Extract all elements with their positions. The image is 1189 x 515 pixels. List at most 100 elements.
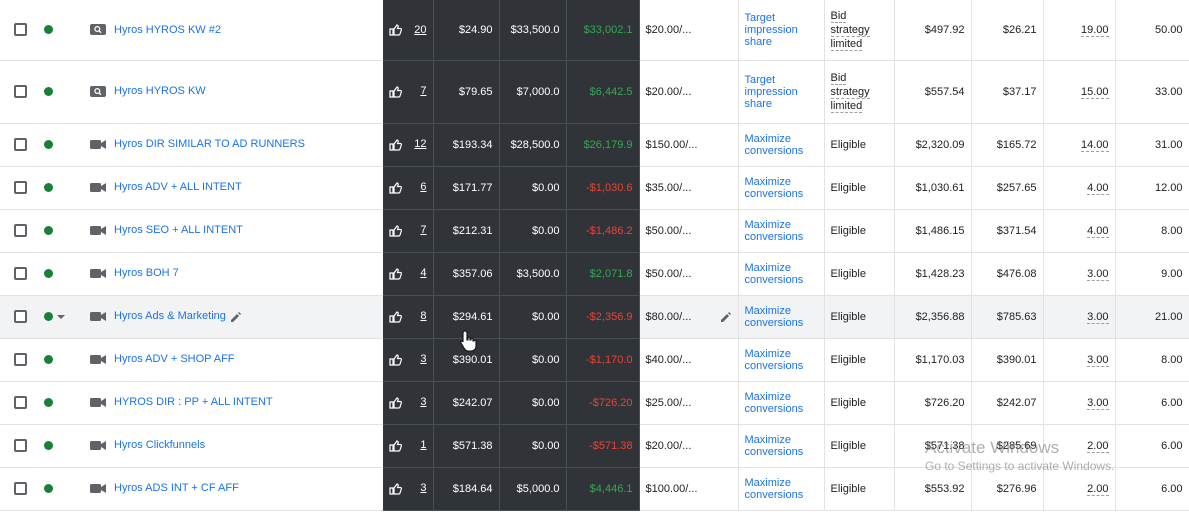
status-enabled-icon[interactable] <box>44 484 53 494</box>
campaign-status[interactable]: Eligible <box>831 310 888 324</box>
table-row[interactable]: Hyros Clickfunnels 1 $571.38 $0.00 -$571.38 $… <box>0 424 1189 468</box>
attribution-count-link[interactable]: 3 <box>420 482 426 494</box>
campaign-name-link[interactable]: Hyros ADS INT + CF AFF <box>114 483 239 495</box>
bid-strategy-link[interactable]: Maximize conversions <box>745 477 818 501</box>
thumbs-up-icon[interactable] <box>389 138 402 151</box>
bid-strategy-link[interactable]: Target impression share <box>745 12 818 48</box>
thumbs-up-icon[interactable] <box>389 396 402 409</box>
bid-strategy-link[interactable]: Maximize conversions <box>745 434 818 458</box>
campaign-status[interactable]: Eligible <box>831 181 888 195</box>
attribution-count-link[interactable]: 3 <box>420 353 426 365</box>
bid-strategy-link[interactable]: Maximize conversions <box>745 133 818 157</box>
row-checkbox[interactable] <box>14 439 27 452</box>
budget-cell[interactable]: $20.00/... <box>639 60 739 124</box>
row-checkbox[interactable] <box>14 224 27 237</box>
row-checkbox[interactable] <box>14 310 27 323</box>
status-enabled-icon[interactable] <box>44 25 53 35</box>
budget-cell[interactable]: $150.00/... <box>639 123 739 167</box>
row-checkbox[interactable] <box>14 396 27 409</box>
table-row[interactable]: Hyros HYROS KW 7 $79.65 $7,000.0 $6,442.5 $20… <box>0 60 1189 124</box>
campaign-name-link[interactable]: Hyros ADV + SHOP AFF <box>114 354 235 366</box>
status-enabled-icon[interactable] <box>44 140 53 150</box>
budget-cell[interactable]: $40.00/... <box>639 338 739 382</box>
bid-strategy-link[interactable]: Maximize conversions <box>745 391 818 415</box>
status-enabled-icon[interactable] <box>44 226 53 236</box>
budget-cell[interactable]: $80.00/... <box>639 295 739 339</box>
campaign-name-link[interactable]: Hyros ADV + ALL INTENT <box>114 182 242 194</box>
attribution-count-link[interactable]: 8 <box>420 310 426 322</box>
attribution-count-link[interactable]: 4 <box>420 267 426 279</box>
campaign-name-link[interactable]: Hyros SEO + ALL INTENT <box>114 225 243 237</box>
campaign-status[interactable]: Eligible <box>831 138 888 152</box>
thumbs-up-icon[interactable] <box>389 85 402 98</box>
row-checkbox[interactable] <box>14 267 27 280</box>
bid-strategy-link[interactable]: Maximize conversions <box>745 348 818 372</box>
budget-cell[interactable]: $35.00/... <box>639 166 739 210</box>
campaign-name-link[interactable]: Hyros Ads & Marketing <box>114 311 226 323</box>
row-checkbox[interactable] <box>14 138 27 151</box>
edit-budget-pencil-icon[interactable] <box>720 311 732 323</box>
thumbs-up-icon[interactable] <box>389 310 402 323</box>
campaign-status[interactable]: Eligible <box>831 267 888 281</box>
attribution-count-link[interactable]: 1 <box>420 439 426 451</box>
row-checkbox[interactable] <box>14 23 27 37</box>
status-enabled-icon[interactable] <box>44 269 53 279</box>
attribution-count-link[interactable]: 3 <box>420 396 426 408</box>
campaign-name-link[interactable]: Hyros HYROS KW #2 <box>114 24 221 36</box>
table-row[interactable]: Hyros HYROS KW #2 20 $24.90 $33,500.0 $33,00… <box>0 0 1189 61</box>
attribution-count-link[interactable]: 12 <box>414 138 426 150</box>
campaign-name-link[interactable]: Hyros Clickfunnels <box>114 440 205 452</box>
bid-strategy-link[interactable]: Maximize conversions <box>745 262 818 286</box>
thumbs-up-icon[interactable] <box>389 353 402 366</box>
attribution-count-link[interactable]: 7 <box>420 85 426 97</box>
budget-cell[interactable]: $20.00/... <box>639 424 739 468</box>
row-checkbox[interactable] <box>14 181 27 194</box>
table-row[interactable]: HYROS DIR : PP + ALL INTENT 3 $242.07 $0.00… <box>0 381 1189 425</box>
campaign-name-link[interactable]: Hyros BOH 7 <box>114 268 179 280</box>
thumbs-up-icon[interactable] <box>389 224 402 237</box>
bid-strategy-link[interactable]: Maximize conversions <box>745 219 818 243</box>
status-enabled-icon[interactable] <box>44 398 53 408</box>
campaign-status[interactable]: Bid strategy limited <box>830 9 888 51</box>
campaign-status[interactable]: Eligible <box>831 224 888 238</box>
table-row[interactable]: Hyros SEO + ALL INTENT 7 $212.31 $0.00 -$1,4… <box>0 209 1189 253</box>
thumbs-up-icon[interactable] <box>389 181 402 194</box>
row-checkbox[interactable] <box>14 353 27 366</box>
budget-cell[interactable]: $25.00/... <box>639 381 739 425</box>
budget-cell[interactable]: $20.00/... <box>639 0 739 61</box>
table-row[interactable]: Hyros ADV + SHOP AFF 3 $390.01 $0.00 -$1,170… <box>0 338 1189 382</box>
campaign-name-link[interactable]: Hyros DIR SIMILAR TO AD RUNNERS <box>114 139 305 151</box>
campaign-status[interactable]: Eligible <box>831 439 888 453</box>
edit-pencil-icon[interactable] <box>230 311 242 323</box>
status-enabled-icon[interactable] <box>44 355 53 365</box>
campaign-status[interactable]: Eligible <box>831 396 888 410</box>
table-row[interactable]: Hyros ADV + ALL INTENT 6 $171.77 $0.00 -$1,0… <box>0 166 1189 210</box>
thumbs-up-icon[interactable] <box>389 439 402 452</box>
attribution-count-link[interactable]: 7 <box>420 224 426 236</box>
bid-strategy-link[interactable]: Maximize conversions <box>745 176 818 200</box>
campaign-status[interactable]: Bid strategy limited <box>830 71 888 113</box>
campaign-status[interactable]: Eligible <box>831 482 888 496</box>
chevron-down-icon[interactable] <box>57 314 65 319</box>
table-row[interactable]: Hyros Ads & Marketing 8 $294.61 $0.00 -$2,35… <box>0 295 1189 339</box>
campaign-status[interactable]: Eligible <box>831 353 888 367</box>
status-enabled-icon[interactable] <box>44 87 53 97</box>
status-enabled-icon[interactable] <box>44 441 53 451</box>
thumbs-up-icon[interactable] <box>389 267 402 280</box>
campaign-name-link[interactable]: HYROS DIR : PP + ALL INTENT <box>114 397 273 409</box>
bid-strategy-link[interactable]: Target impression share <box>745 74 818 110</box>
budget-cell[interactable]: $50.00/... <box>639 252 739 296</box>
row-checkbox[interactable] <box>14 85 27 98</box>
table-row[interactable]: Hyros ADS INT + CF AFF 3 $184.64 $5,000.0 $4… <box>0 467 1189 511</box>
budget-cell[interactable]: $100.00/... <box>639 467 739 511</box>
table-row[interactable]: Hyros DIR SIMILAR TO AD RUNNERS 12 $193.34… <box>0 123 1189 167</box>
table-row[interactable]: Hyros BOH 7 4 $357.06 $3,500.0 $2,071.8 $50.0… <box>0 252 1189 296</box>
status-enabled-icon[interactable] <box>44 312 53 322</box>
attribution-count-link[interactable]: 20 <box>414 24 426 36</box>
campaign-name-link[interactable]: Hyros HYROS KW <box>114 86 206 98</box>
status-enabled-icon[interactable] <box>44 183 53 193</box>
attribution-count-link[interactable]: 6 <box>420 181 426 193</box>
budget-cell[interactable]: $50.00/... <box>639 209 739 253</box>
thumbs-up-icon[interactable] <box>389 482 402 495</box>
bid-strategy-link[interactable]: Maximize conversions <box>745 305 818 329</box>
